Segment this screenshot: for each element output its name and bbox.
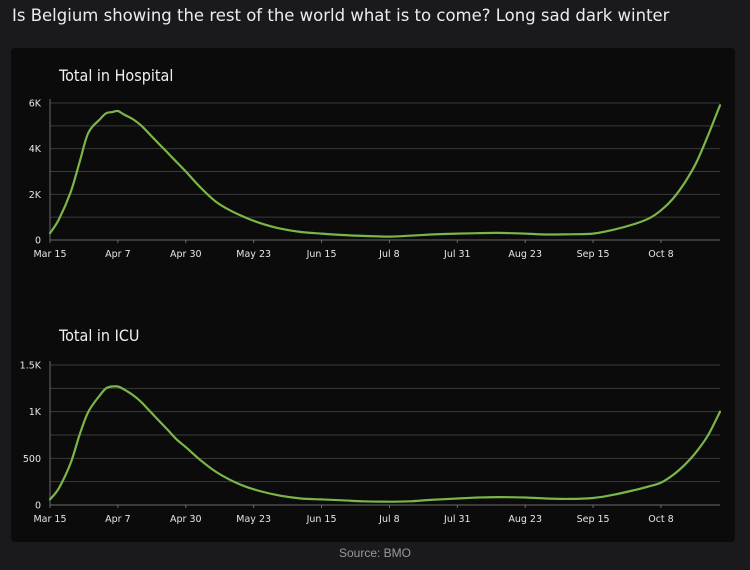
chart-2-x-tick-label: Apr 30 [170,514,202,525]
chart-1-x-tick-label: May 23 [236,249,271,260]
chart-2-series-line [48,385,722,503]
chart-1-x-tick-label: Oct 8 [648,249,674,260]
chart-1-y-tick-label: 6K [29,99,42,110]
chart-1-x-tick-label: Jul 8 [378,249,400,260]
source-note: Source: BMO [338,546,412,560]
chart-1-title: Total in Hospital [58,66,173,85]
chart-2-x-tick-label: Jul 8 [378,514,400,525]
chart-1-x-tick-label: Aug 23 [508,249,542,260]
charts-svg: Total in Hospital 0 2K 4K 6K Mar 15 Apr 7 Apr 3… [20,66,722,525]
chart-2-x-tick-label: Jun 15 [306,514,337,525]
chart-1-x-tick-label: Jun 15 [306,249,337,260]
chart-1-x-tick-label: Jul 31 [443,249,471,260]
chart-1-y-tick-label: 2K [29,190,42,201]
chart-2-title: Total in ICU [58,326,139,345]
chart-2-x-tick-label: Jul 31 [443,514,471,525]
chart-1-x-tick-label: Apr 30 [170,249,202,260]
chart-2-y-tick-label: 500 [23,454,41,465]
chart-2-y-tick-label: 1K [29,407,42,418]
chart-2-x-tick-label: Sep 15 [577,514,610,525]
chart-1-x-tick-label: Mar 15 [33,249,66,260]
chart-1-x-tick-label: Apr 7 [105,249,131,260]
chart-2-x-tick-label: Oct 8 [648,514,674,525]
chart-2-y-tick-label: 0 [35,501,41,512]
chart-2-x-tick-label: Apr 7 [105,514,131,525]
chart-2-y-tick-label: 1.5K [20,361,42,372]
chart-2-x-tick-label: May 23 [236,514,271,525]
chart-1-x-tick-label: Sep 15 [577,249,610,260]
chart-2-x-tick-label: Mar 15 [33,514,66,525]
chart-2-x-tick-label: Aug 23 [508,514,542,525]
chart-1-y-tick-label: 0 [35,236,41,247]
chart-1-y-tick-label: 4K [29,144,42,155]
